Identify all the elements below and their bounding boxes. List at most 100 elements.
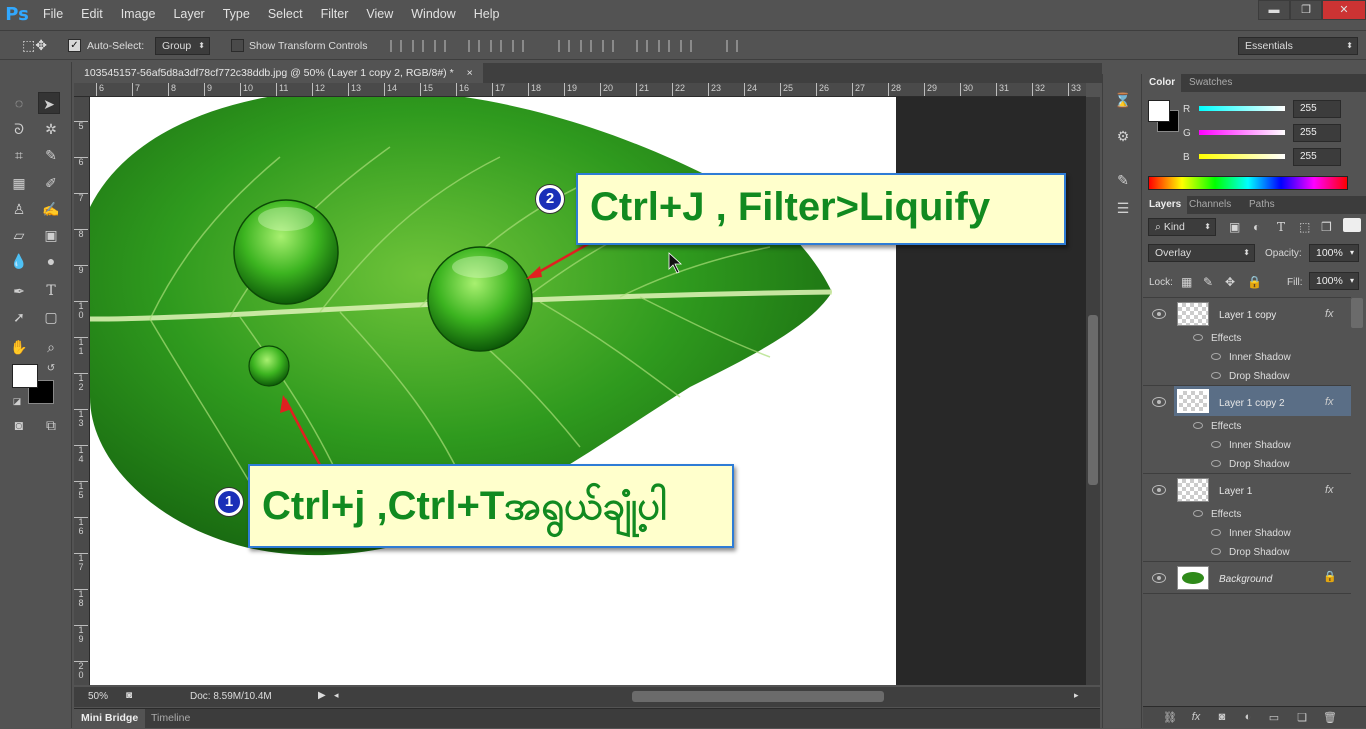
effect-drop-shadow[interactable]: Drop Shadow <box>1229 371 1290 382</box>
blur-tool-icon[interactable]: 💧 <box>8 250 30 272</box>
tab-channels[interactable]: Channels <box>1183 196 1237 214</box>
default-colors-icon[interactable]: ◪ <box>6 390 28 412</box>
marquee-tool-icon[interactable]: ◌ <box>8 92 30 114</box>
move-tool-icon[interactable]: ➤ <box>38 92 60 114</box>
trash-icon[interactable]: 🗑 <box>1323 711 1337 725</box>
layer-row-selected[interactable]: Layer 1 copy 2 fx Effects Inner Shadow D… <box>1143 386 1351 474</box>
lock-position-icon[interactable]: ✥ <box>1225 275 1235 289</box>
zoom-tool-icon[interactable]: ⌕ <box>40 336 62 358</box>
effects-eye-icon[interactable] <box>1193 422 1203 429</box>
scroll-right-icon[interactable]: ▸ <box>1074 690 1079 701</box>
color-spectrum[interactable] <box>1148 176 1348 190</box>
workspace-dropdown[interactable]: Essentials ⬍ <box>1238 37 1358 55</box>
effect-drop-shadow[interactable]: Drop Shadow <box>1229 459 1290 470</box>
effects-eye-icon[interactable] <box>1193 510 1203 517</box>
align-vcenter-icon[interactable] <box>412 40 424 52</box>
visibility-eye-icon[interactable] <box>1152 309 1166 319</box>
vertical-scroll-thumb[interactable] <box>1088 315 1098 485</box>
menu-file[interactable]: File <box>34 0 72 28</box>
visibility-eye-icon[interactable] <box>1152 573 1166 583</box>
fx-icon[interactable]: fx <box>1189 711 1203 725</box>
layer-fx-icon[interactable]: fx <box>1325 484 1334 496</box>
layers-scroll-thumb[interactable] <box>1351 298 1363 328</box>
menu-image[interactable]: Image <box>112 0 165 28</box>
path-selection-icon[interactable]: ➚ <box>8 306 30 328</box>
restore-button[interactable]: ❐ <box>1290 0 1322 20</box>
distribute-vcenter-icon[interactable] <box>580 40 592 52</box>
menu-help[interactable]: Help <box>465 0 509 28</box>
visibility-eye-icon[interactable] <box>1152 397 1166 407</box>
align-right-icon[interactable] <box>512 40 524 52</box>
distribute-top-icon[interactable] <box>558 40 570 52</box>
tab-swatches[interactable]: Swatches <box>1183 74 1238 92</box>
vertical-scrollbar[interactable] <box>1086 97 1100 685</box>
effect-eye-icon[interactable] <box>1211 372 1221 379</box>
status-menu-arrow-icon[interactable]: ▶ <box>318 690 326 701</box>
auto-align-icon[interactable] <box>726 40 738 52</box>
blue-channel-slider[interactable] <box>1199 154 1285 159</box>
align-hcenter-icon[interactable] <box>490 40 502 52</box>
visibility-eye-icon[interactable] <box>1152 485 1166 495</box>
gradient-tool-icon[interactable]: ▣ <box>40 224 62 246</box>
distribute-hcenter-icon[interactable] <box>658 40 670 52</box>
green-channel-slider[interactable] <box>1199 130 1285 135</box>
properties-panel-icon[interactable]: ⚙ <box>1113 126 1133 146</box>
red-channel-slider[interactable] <box>1199 106 1285 111</box>
tab-layers[interactable]: Layers <box>1143 196 1188 214</box>
effects-eye-icon[interactable] <box>1193 334 1203 341</box>
layer-row[interactable]: Layer 1 fx Effects Inner Shadow Drop Sha… <box>1143 474 1351 562</box>
tool-presets-icon[interactable]: ✎ <box>1113 170 1133 190</box>
color-panel-foreground[interactable] <box>1148 100 1170 122</box>
auto-select-dropdown[interactable]: Group ⬍ <box>155 37 210 55</box>
menu-layer[interactable]: Layer <box>164 0 213 28</box>
adjustment-filter-icon[interactable]: ◐ <box>1253 220 1260 234</box>
menu-edit[interactable]: Edit <box>72 0 112 28</box>
align-bottom-icon[interactable] <box>434 40 446 52</box>
lock-transparent-icon[interactable]: ▦ <box>1181 275 1192 289</box>
history-brush-icon[interactable]: ✍ <box>40 198 62 220</box>
brush-panel-icon[interactable]: ☰ <box>1113 198 1133 218</box>
eyedropper-icon[interactable]: ✎ <box>40 144 62 166</box>
layer-kind-filter[interactable]: ⌕ Kind ⬍ <box>1148 218 1216 236</box>
type-filter-icon[interactable]: T <box>1277 220 1285 234</box>
red-channel-value[interactable]: 255 <box>1293 100 1341 118</box>
tab-color[interactable]: Color <box>1143 74 1182 92</box>
hand-tool-icon[interactable]: ✋ <box>8 336 30 358</box>
crop-tool-icon[interactable]: ⌗ <box>8 144 30 166</box>
layer-name[interactable]: Layer 1 copy 2 <box>1219 398 1285 409</box>
background-layer-name[interactable]: Background <box>1219 574 1272 585</box>
status-info-icon[interactable]: ◙ <box>126 690 132 701</box>
opacity-field[interactable]: 100% ▾ <box>1309 244 1359 262</box>
lock-all-icon[interactable]: 🔒 <box>1247 275 1262 289</box>
scroll-left-icon[interactable]: ◂ <box>334 690 339 701</box>
pen-tool-icon[interactable]: ✒ <box>8 280 30 302</box>
effect-eye-icon[interactable] <box>1211 353 1221 360</box>
effect-eye-icon[interactable] <box>1211 529 1221 536</box>
effect-drop-shadow[interactable]: Drop Shadow <box>1229 547 1290 558</box>
blend-mode-dropdown[interactable]: Overlay ⬍ <box>1148 244 1255 262</box>
background-layer-row[interactable]: Background 🔒 <box>1143 562 1351 594</box>
adjustment-icon[interactable]: ◐ <box>1241 711 1255 725</box>
align-left-icon[interactable] <box>468 40 480 52</box>
effect-eye-icon[interactable] <box>1211 548 1221 555</box>
effect-inner-shadow[interactable]: Inner Shadow <box>1229 528 1291 539</box>
quick-mask-icon[interactable]: ◙ <box>8 414 30 436</box>
tab-paths[interactable]: Paths <box>1243 196 1281 214</box>
rectangle-tool-icon[interactable]: ▢ <box>40 306 62 328</box>
foreground-color-swatch[interactable] <box>12 364 38 388</box>
folder-icon[interactable]: ▭ <box>1267 711 1281 725</box>
dodge-tool-icon[interactable]: ● <box>40 250 62 272</box>
close-button[interactable]: ✕ <box>1322 0 1366 20</box>
blue-channel-value[interactable]: 255 <box>1293 148 1341 166</box>
align-top-icon[interactable] <box>390 40 402 52</box>
layer-name[interactable]: Layer 1 copy <box>1219 310 1276 321</box>
new-layer-icon[interactable]: ❏ <box>1295 711 1309 725</box>
effect-inner-shadow[interactable]: Inner Shadow <box>1229 440 1291 451</box>
effect-eye-icon[interactable] <box>1211 460 1221 467</box>
shape-filter-icon[interactable]: ⬚ <box>1299 220 1310 234</box>
eraser-icon[interactable]: ▱ <box>8 224 30 246</box>
tab-timeline[interactable]: Timeline <box>144 709 197 729</box>
layer-name[interactable]: Layer 1 <box>1219 486 1252 497</box>
menu-view[interactable]: View <box>357 0 402 28</box>
zoom-level[interactable]: 50% <box>88 691 108 702</box>
